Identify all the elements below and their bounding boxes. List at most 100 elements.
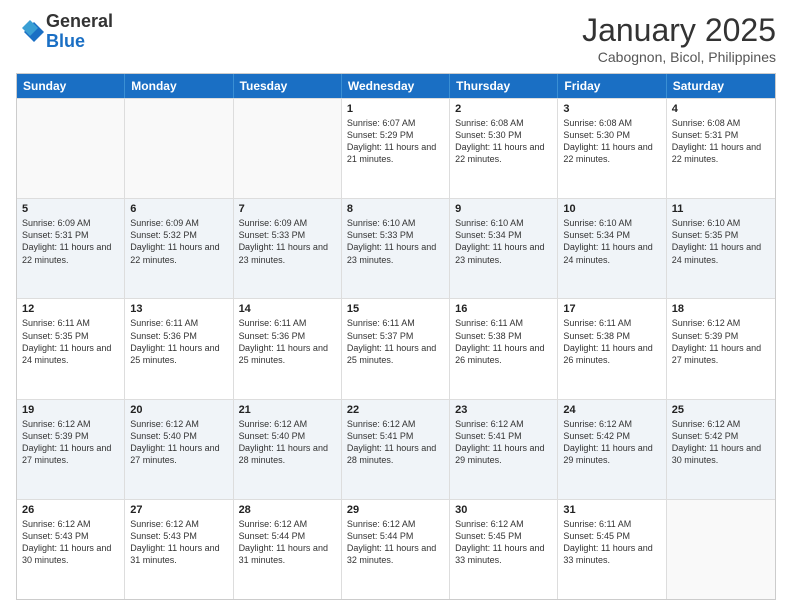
day-header-thursday: Thursday — [450, 74, 558, 98]
calendar-row-3: 19Sunrise: 6:12 AM Sunset: 5:39 PM Dayli… — [17, 399, 775, 499]
page: General Blue January 2025 Cabognon, Bico… — [0, 0, 792, 612]
day-header-wednesday: Wednesday — [342, 74, 450, 98]
cell-info: Sunrise: 6:12 AM Sunset: 5:45 PM Dayligh… — [455, 518, 552, 567]
cell-info: Sunrise: 6:12 AM Sunset: 5:43 PM Dayligh… — [130, 518, 227, 567]
cell-info: Sunrise: 6:08 AM Sunset: 5:31 PM Dayligh… — [672, 117, 770, 166]
calendar: SundayMondayTuesdayWednesdayThursdayFrid… — [16, 73, 776, 600]
day-number: 23 — [455, 404, 552, 416]
calendar-cell-3: 3 Sunrise: 6:08 AM Sunset: 5:30 PM Daylig… — [558, 99, 666, 198]
day-number: 12 — [22, 303, 119, 315]
calendar-cell-19: 19Sunrise: 6:12 AM Sunset: 5:39 PM Dayli… — [17, 400, 125, 499]
day-number: 11 — [672, 203, 770, 215]
day-number: 28 — [239, 504, 336, 516]
cell-info: Sunrise: 6:11 AM Sunset: 5:38 PM Dayligh… — [563, 317, 660, 366]
calendar-cell-6: 6 Sunrise: 6:09 AM Sunset: 5:32 PM Daylig… — [125, 199, 233, 298]
cell-info: Sunrise: 6:09 AM Sunset: 5:32 PM Dayligh… — [130, 217, 227, 266]
cell-info: Sunrise: 6:09 AM Sunset: 5:33 PM Dayligh… — [239, 217, 336, 266]
day-number: 27 — [130, 504, 227, 516]
cell-info: Sunrise: 6:12 AM Sunset: 5:44 PM Dayligh… — [239, 518, 336, 567]
calendar-body: 1Sunrise: 6:07 AM Sunset: 5:29 PM Daylig… — [17, 98, 775, 599]
day-number: 16 — [455, 303, 552, 315]
calendar-cell-21: 21 Sunrise: 6:12 AM Sunset: 5:40 PM Dayli… — [234, 400, 342, 499]
day-number: 2 — [455, 103, 552, 115]
cell-info: Sunrise: 6:11 AM Sunset: 5:38 PM Dayligh… — [455, 317, 552, 366]
day-number: 1 — [347, 103, 444, 115]
cell-info: Sunrise: 6:12 AM Sunset: 5:42 PM Dayligh… — [672, 418, 770, 467]
cell-info: Sunrise: 6:12 AM Sunset: 5:44 PM Dayligh… — [347, 518, 444, 567]
calendar-cell-14: 14Sunrise: 6:11 AM Sunset: 5:36 PM Dayli… — [234, 299, 342, 398]
calendar-row-4: 26 Sunrise: 6:12 AM Sunset: 5:43 PM Dayli… — [17, 499, 775, 599]
day-number: 14 — [239, 303, 336, 315]
day-header-saturday: Saturday — [667, 74, 775, 98]
calendar-cell-9: 9 Sunrise: 6:10 AM Sunset: 5:34 PM Daylig… — [450, 199, 558, 298]
cell-info: Sunrise: 6:11 AM Sunset: 5:36 PM Dayligh… — [130, 317, 227, 366]
calendar-cell-4: 4 Sunrise: 6:08 AM Sunset: 5:31 PM Daylig… — [667, 99, 775, 198]
day-header-monday: Monday — [125, 74, 233, 98]
calendar-cell-20: 20 Sunrise: 6:12 AM Sunset: 5:40 PM Dayli… — [125, 400, 233, 499]
day-number: 8 — [347, 203, 444, 215]
calendar-row-1: 5 Sunrise: 6:09 AM Sunset: 5:31 PM Daylig… — [17, 198, 775, 298]
day-number: 13 — [130, 303, 227, 315]
cell-info: Sunrise: 6:12 AM Sunset: 5:39 PM Dayligh… — [672, 317, 770, 366]
day-number: 24 — [563, 404, 660, 416]
calendar-header: SundayMondayTuesdayWednesdayThursdayFrid… — [17, 74, 775, 98]
day-number: 4 — [672, 103, 770, 115]
day-number: 29 — [347, 504, 444, 516]
day-header-sunday: Sunday — [17, 74, 125, 98]
location-subtitle: Cabognon, Bicol, Philippines — [582, 49, 776, 65]
cell-info: Sunrise: 6:08 AM Sunset: 5:30 PM Dayligh… — [563, 117, 660, 166]
calendar-cell-7: 7 Sunrise: 6:09 AM Sunset: 5:33 PM Daylig… — [234, 199, 342, 298]
calendar-cell-empty — [17, 99, 125, 198]
calendar-cell-27: 27 Sunrise: 6:12 AM Sunset: 5:43 PM Dayli… — [125, 500, 233, 599]
header: General Blue January 2025 Cabognon, Bico… — [16, 12, 776, 65]
calendar-cell-13: 13 Sunrise: 6:11 AM Sunset: 5:36 PM Dayli… — [125, 299, 233, 398]
logo-text: General Blue — [46, 12, 113, 52]
cell-info: Sunrise: 6:12 AM Sunset: 5:41 PM Dayligh… — [455, 418, 552, 467]
day-number: 25 — [672, 404, 770, 416]
calendar-cell-empty — [125, 99, 233, 198]
cell-info: Sunrise: 6:12 AM Sunset: 5:42 PM Dayligh… — [563, 418, 660, 467]
day-number: 30 — [455, 504, 552, 516]
calendar-cell-11: 11 Sunrise: 6:10 AM Sunset: 5:35 PM Dayli… — [667, 199, 775, 298]
day-number: 5 — [22, 203, 119, 215]
calendar-cell-2: 2Sunrise: 6:08 AM Sunset: 5:30 PM Daylig… — [450, 99, 558, 198]
day-header-friday: Friday — [558, 74, 666, 98]
day-number: 9 — [455, 203, 552, 215]
day-number: 20 — [130, 404, 227, 416]
calendar-cell-15: 15 Sunrise: 6:11 AM Sunset: 5:37 PM Dayli… — [342, 299, 450, 398]
calendar-cell-empty — [667, 500, 775, 599]
calendar-cell-1: 1Sunrise: 6:07 AM Sunset: 5:29 PM Daylig… — [342, 99, 450, 198]
day-header-tuesday: Tuesday — [234, 74, 342, 98]
calendar-row-0: 1Sunrise: 6:07 AM Sunset: 5:29 PM Daylig… — [17, 98, 775, 198]
calendar-cell-empty — [234, 99, 342, 198]
day-number: 7 — [239, 203, 336, 215]
calendar-cell-31: 31Sunrise: 6:11 AM Sunset: 5:45 PM Dayli… — [558, 500, 666, 599]
calendar-cell-30: 30 Sunrise: 6:12 AM Sunset: 5:45 PM Dayli… — [450, 500, 558, 599]
day-number: 21 — [239, 404, 336, 416]
calendar-cell-10: 10Sunrise: 6:10 AM Sunset: 5:34 PM Dayli… — [558, 199, 666, 298]
calendar-cell-5: 5 Sunrise: 6:09 AM Sunset: 5:31 PM Daylig… — [17, 199, 125, 298]
day-number: 6 — [130, 203, 227, 215]
cell-info: Sunrise: 6:10 AM Sunset: 5:35 PM Dayligh… — [672, 217, 770, 266]
cell-info: Sunrise: 6:10 AM Sunset: 5:34 PM Dayligh… — [455, 217, 552, 266]
cell-info: Sunrise: 6:12 AM Sunset: 5:40 PM Dayligh… — [130, 418, 227, 467]
cell-info: Sunrise: 6:09 AM Sunset: 5:31 PM Dayligh… — [22, 217, 119, 266]
calendar-cell-23: 23 Sunrise: 6:12 AM Sunset: 5:41 PM Dayli… — [450, 400, 558, 499]
cell-info: Sunrise: 6:11 AM Sunset: 5:37 PM Dayligh… — [347, 317, 444, 366]
cell-info: Sunrise: 6:12 AM Sunset: 5:40 PM Dayligh… — [239, 418, 336, 467]
day-number: 26 — [22, 504, 119, 516]
logo-icon — [16, 18, 44, 46]
day-number: 10 — [563, 203, 660, 215]
logo-blue: Blue — [46, 32, 113, 52]
day-number: 3 — [563, 103, 660, 115]
day-number: 17 — [563, 303, 660, 315]
calendar-cell-22: 22Sunrise: 6:12 AM Sunset: 5:41 PM Dayli… — [342, 400, 450, 499]
day-number: 15 — [347, 303, 444, 315]
cell-info: Sunrise: 6:12 AM Sunset: 5:43 PM Dayligh… — [22, 518, 119, 567]
cell-info: Sunrise: 6:11 AM Sunset: 5:45 PM Dayligh… — [563, 518, 660, 567]
day-number: 22 — [347, 404, 444, 416]
calendar-row-2: 12Sunrise: 6:11 AM Sunset: 5:35 PM Dayli… — [17, 298, 775, 398]
calendar-cell-12: 12Sunrise: 6:11 AM Sunset: 5:35 PM Dayli… — [17, 299, 125, 398]
cell-info: Sunrise: 6:10 AM Sunset: 5:33 PM Dayligh… — [347, 217, 444, 266]
month-title: January 2025 — [582, 12, 776, 49]
